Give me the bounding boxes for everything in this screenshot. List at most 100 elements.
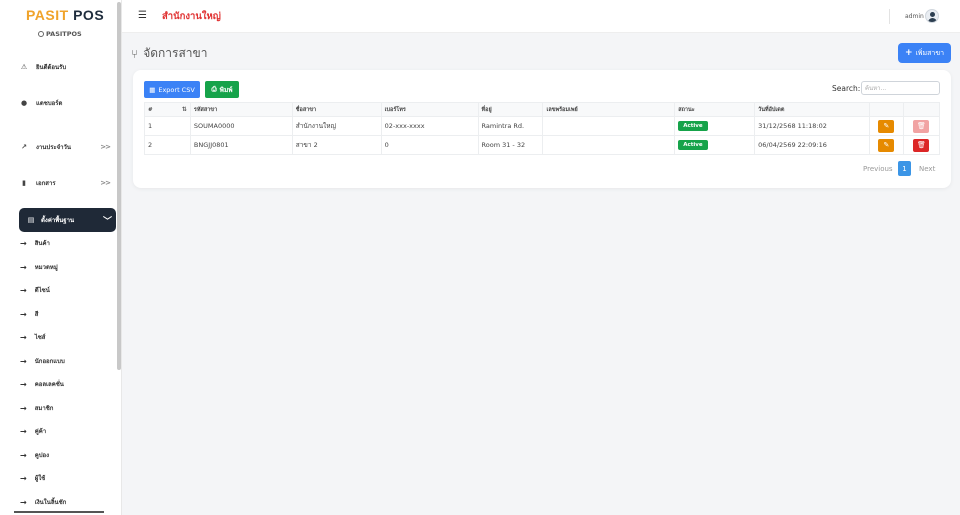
- cell-index: 1: [144, 116, 191, 136]
- sidebar-subitem-products[interactable]: → สินค้า: [20, 236, 50, 250]
- arrow-right-icon: →: [20, 262, 27, 272]
- sidebar-item-daily-work[interactable]: ↗ งานประจำวัน >>: [18, 139, 116, 155]
- sidebar-horizontal-scrollbar[interactable]: [14, 511, 104, 513]
- sidebar-item-documents[interactable]: ▮ เอกสาร >>: [18, 175, 116, 191]
- arrow-right-icon: →: [20, 403, 27, 413]
- sidebar-item-basic-settings[interactable]: ▤ ตั้งค่าพื้นฐาน ﹀: [19, 208, 116, 232]
- brand-name-part2: POS: [68, 7, 105, 23]
- pagination-next[interactable]: Next: [919, 165, 935, 173]
- avatar-head-shape: [930, 12, 935, 17]
- add-branch-button[interactable]: + เพิ่มสาขา: [898, 43, 951, 63]
- arrow-right-icon: →: [20, 356, 27, 366]
- column-header-index[interactable]: # ⇅: [144, 102, 191, 117]
- search-input[interactable]: [861, 81, 940, 95]
- delete-button-disabled[interactable]: 🗑: [913, 119, 930, 133]
- topbar: ☰ สำนักงานใหญ่ admin: [122, 0, 960, 33]
- edit-button[interactable]: ✎: [878, 119, 895, 133]
- sidebar-subitem-collections[interactable]: → คอลเลคชั่น: [20, 377, 64, 391]
- sidebar-subitem-label: ผู้ใช้: [34, 475, 46, 482]
- page-header: ⑂ จัดการสาขา: [131, 44, 207, 63]
- sidebar-subitem-colors[interactable]: → สี: [20, 307, 38, 321]
- cell-code: BNGJJ0801: [189, 135, 293, 155]
- cell-edit: ✎: [868, 116, 904, 136]
- column-header-updated[interactable]: วันที่อัปเดต: [754, 102, 870, 117]
- column-header-delete: [902, 102, 941, 117]
- sidebar-subitem-label: ไซส์: [34, 334, 46, 341]
- brand-subtitle-text: PASITPOS: [46, 30, 82, 38]
- sidebar-subitem-sizes[interactable]: → ไซส์: [20, 330, 45, 344]
- avatar-body-shape: [928, 18, 937, 22]
- column-header-code[interactable]: รหัสสาขา: [189, 102, 293, 117]
- column-header-name[interactable]: ชื่อสาขา: [291, 102, 382, 117]
- page-title: จัดการสาขา: [143, 46, 208, 60]
- cell-name: สำนักงานใหญ่: [291, 116, 382, 136]
- sidebar-subitem-coupons[interactable]: → คูปอง: [20, 448, 49, 462]
- branches-table: # ⇅ รหัสสาขา ชื่อสาขา เบอร์โทร ที่อยู่ เล…: [144, 102, 941, 155]
- sidebar-subitem-categories[interactable]: → หมวดหมู่: [20, 260, 58, 274]
- arrow-right-icon: →: [20, 473, 27, 483]
- document-icon: ▮: [22, 179, 26, 187]
- add-branch-label: เพิ่มสาขา: [915, 48, 945, 57]
- brand-logo[interactable]: PASIT POS: [26, 7, 104, 23]
- sidebar-subitem-users[interactable]: → ผู้ใช้: [20, 471, 45, 485]
- brand-name-part1: PASIT: [26, 7, 69, 23]
- chevron-right-icon: >>: [100, 179, 111, 187]
- brand-subtitle: PASITPOS: [38, 30, 82, 38]
- delete-button[interactable]: 🗑: [913, 138, 930, 152]
- sidebar-subitem-label: หมวดหมู่: [34, 264, 58, 271]
- cell-status: Active: [674, 135, 756, 155]
- cell-code: SOUMA0000: [189, 116, 293, 136]
- hamburger-menu-icon[interactable]: ☰: [138, 10, 147, 21]
- sidebar-item-label: เอกสาร: [36, 180, 56, 187]
- printer-icon: ▤: [27, 216, 35, 224]
- trash-icon: 🗑: [917, 122, 926, 130]
- sidebar-item-dashboard[interactable]: ● แดชบอร์ด: [18, 95, 116, 111]
- column-header-edit: [868, 102, 904, 117]
- cell-phone: 0: [380, 135, 479, 155]
- pagination-page-current[interactable]: 1: [898, 161, 911, 176]
- warning-icon: ⚠: [20, 63, 28, 71]
- trash-icon: 🗑: [917, 141, 926, 149]
- sort-icon: ⇅: [181, 106, 187, 113]
- avatar[interactable]: [925, 9, 939, 23]
- cell-delete: 🗑: [902, 135, 941, 155]
- cell-updated: 31/12/2568 11:18:02: [754, 116, 870, 136]
- status-badge: Active: [678, 121, 708, 131]
- current-branch-name[interactable]: สำนักงานใหญ่: [162, 9, 221, 24]
- edit-icon: ✎: [883, 141, 890, 149]
- column-header-status[interactable]: สถานะ: [674, 102, 756, 117]
- print-button[interactable]: ⎙ พิมพ์: [205, 81, 239, 98]
- trend-icon: ↗: [21, 143, 27, 151]
- sidebar-subitem-members[interactable]: → สมาชิก: [20, 401, 53, 415]
- copyright-icon: [38, 31, 44, 37]
- table-header-row: # ⇅ รหัสสาขา ชื่อสาขา เบอร์โทร ที่อยู่ เล…: [144, 102, 941, 117]
- user-name[interactable]: admin: [905, 13, 924, 20]
- sidebar-subitem-partners[interactable]: → คู่ค้า: [20, 424, 46, 438]
- sidebar: PASIT POS PASITPOS ⚠ ยินดีต้อนรับ ● แดชบ…: [0, 0, 122, 515]
- sidebar-subitem-label: สินค้า: [34, 240, 50, 247]
- arrow-right-icon: →: [20, 285, 27, 295]
- arrow-right-icon: →: [20, 332, 27, 342]
- column-header-address[interactable]: ที่อยู่: [477, 102, 544, 117]
- arrow-right-icon: →: [20, 426, 27, 436]
- arrow-right-icon: →: [20, 450, 27, 460]
- sidebar-subitem-designers[interactable]: → นักออกแบบ: [20, 354, 65, 368]
- arrow-right-icon: →: [20, 238, 27, 248]
- sidebar-subitem-designs[interactable]: → ดีไซน์: [20, 283, 50, 297]
- export-csv-label: Export CSV: [158, 85, 195, 94]
- sidebar-item-welcome[interactable]: ⚠ ยินดีต้อนรับ: [18, 59, 116, 75]
- column-header-phone[interactable]: เบอร์โทร: [380, 102, 479, 117]
- sidebar-scrollbar[interactable]: [117, 2, 121, 370]
- sidebar-subitem-label: สี: [34, 311, 39, 318]
- pagination-previous[interactable]: Previous: [863, 165, 893, 173]
- export-csv-button[interactable]: ▦ Export CSV: [144, 81, 200, 98]
- chevron-down-icon: ﹀: [102, 216, 112, 227]
- table-row: 2 BNGJJ0801 สาขา 2 0 Room 31 - 32 Active…: [144, 135, 941, 155]
- sidebar-subitem-cash-drawer[interactable]: → เงินในลิ้นชัก: [20, 495, 66, 509]
- sidebar-subitem-label: เงินในลิ้นชัก: [34, 499, 67, 506]
- edit-button[interactable]: ✎: [878, 138, 895, 152]
- column-header-promptpay[interactable]: เลขพร้อมเพย์: [542, 102, 676, 117]
- chevron-right-icon: >>: [100, 143, 111, 151]
- cell-name: สาขา 2: [291, 135, 382, 155]
- print-label: พิมพ์: [219, 85, 233, 94]
